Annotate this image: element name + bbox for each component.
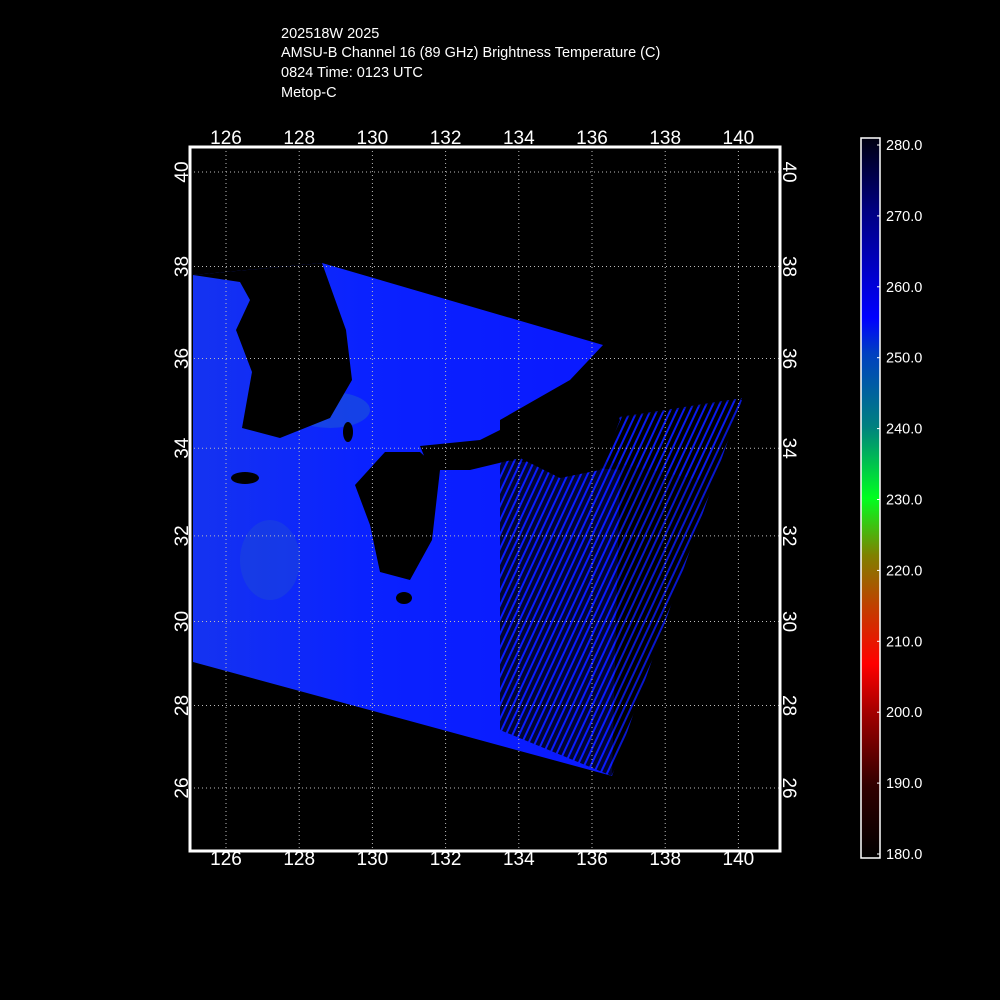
lat-tick-label-left: 32 — [172, 525, 193, 546]
colorbar-tick-label: 280.0 — [886, 138, 922, 154]
colorbar-tick-label: 250.0 — [886, 351, 922, 367]
lon-tick-label-bottom: 140 — [723, 849, 755, 870]
lon-tick-label-bottom: 132 — [430, 849, 462, 870]
land-island — [396, 592, 412, 604]
lat-tick-label-right: 30 — [778, 611, 799, 632]
lon-tick-label-bottom: 128 — [283, 849, 315, 870]
colorbar-tick-label: 190.0 — [886, 776, 922, 792]
colorbar-tick-label: 210.0 — [886, 634, 922, 650]
lat-tick-label-right: 38 — [778, 256, 799, 277]
lat-tick-label-left: 38 — [172, 256, 193, 277]
lon-tick-label-bottom: 136 — [576, 849, 608, 870]
land-jeju — [231, 472, 259, 484]
lat-tick-label-right: 36 — [778, 348, 799, 369]
lon-tick-label-top: 130 — [357, 128, 389, 149]
colorbar-tick-label: 260.0 — [886, 280, 922, 296]
lat-tick-label-right: 40 — [778, 161, 799, 182]
colorbar-tick-label: 230.0 — [886, 493, 922, 509]
lat-tick-label-right: 28 — [778, 695, 799, 716]
lat-tick-label-left: 28 — [172, 695, 193, 716]
map-plot: 126 128 130 132 134 136 138 140 126 128 130 132 134 1… — [172, 128, 922, 870]
lon-tick-label-top: 138 — [649, 128, 681, 149]
lon-tick-label-top: 140 — [723, 128, 755, 149]
lat-tick-label-left: 26 — [172, 777, 193, 798]
colorbar-tick-label: 240.0 — [886, 422, 922, 438]
warm-region — [240, 520, 300, 600]
lon-tick-label-top: 132 — [430, 128, 462, 149]
lon-tick-label-bottom: 138 — [649, 849, 681, 870]
lon-tick-label-top: 134 — [503, 128, 535, 149]
lat-tick-label-left: 34 — [172, 437, 193, 459]
lon-tick-label-bottom: 134 — [503, 849, 535, 870]
lon-tick-label-top: 128 — [283, 128, 315, 149]
land-tsushima — [343, 422, 353, 442]
colorbar-tick-label: 270.0 — [886, 209, 922, 225]
lon-tick-label-top: 136 — [576, 128, 608, 149]
lat-tick-label-left: 36 — [172, 348, 193, 369]
lon-tick-label-bottom: 126 — [210, 849, 242, 870]
lat-tick-label-right: 26 — [778, 777, 799, 798]
lat-tick-label-left: 30 — [172, 611, 193, 632]
colorbar-tick-label: 220.0 — [886, 563, 922, 579]
lat-tick-label-left: 40 — [172, 161, 193, 182]
lat-tick-label-right: 32 — [778, 525, 799, 546]
colorbar — [860, 137, 881, 859]
lon-tick-label-bottom: 130 — [357, 849, 389, 870]
lon-tick-label-top: 126 — [210, 128, 242, 149]
colorbar-tick-label: 200.0 — [886, 705, 922, 721]
colorbar-tick-label: 180.0 — [886, 847, 922, 863]
lat-tick-label-right: 34 — [778, 438, 799, 460]
